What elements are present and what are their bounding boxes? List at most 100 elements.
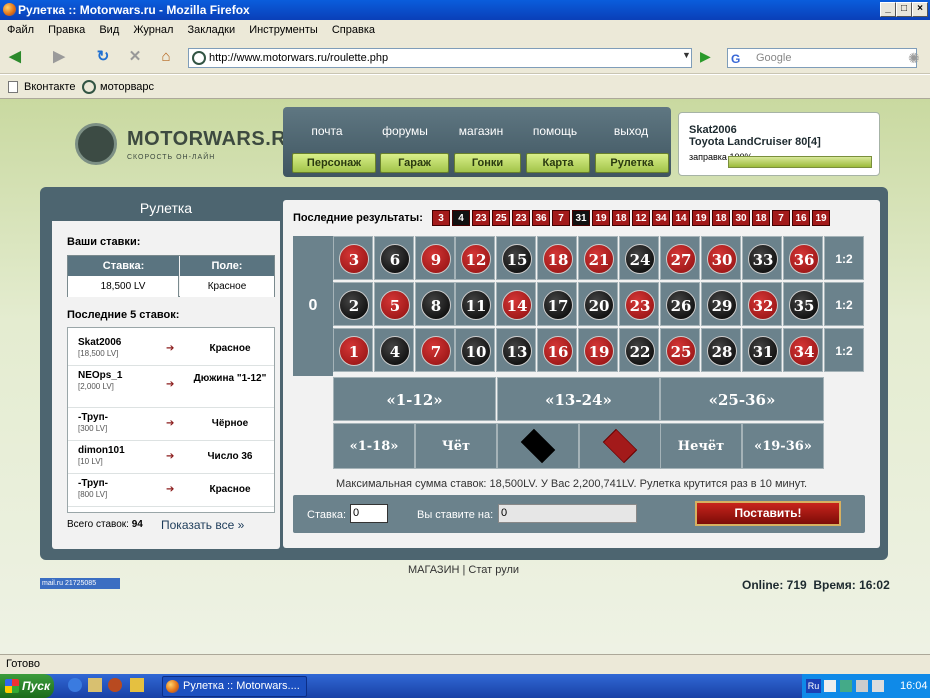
go-arrow-icon[interactable]: ▶ (700, 48, 711, 65)
volume-icon[interactable] (872, 680, 884, 692)
menu-view[interactable]: Вид (99, 24, 119, 36)
nav-races-button[interactable]: Гонки (454, 153, 521, 173)
search-input[interactable]: G Google (727, 48, 917, 68)
number-cell-1[interactable]: 1 (333, 328, 373, 372)
number-cell-15[interactable]: 15 (496, 236, 536, 280)
number-cell-24[interactable]: 24 (619, 236, 659, 280)
menu-help[interactable]: Справка (332, 24, 375, 36)
nav-map-button[interactable]: Карта (526, 153, 590, 173)
bookmark-vkontakte[interactable]: Вконтакте (24, 75, 75, 99)
dozen-1[interactable]: «1-12» (333, 377, 496, 421)
bet-odd[interactable]: Нечёт (660, 423, 742, 469)
username[interactable]: Skat2006 (689, 124, 879, 136)
stake-input[interactable]: 0 (350, 504, 388, 523)
dozen-3[interactable]: «25-36» (660, 377, 824, 421)
menu-edit[interactable]: Правка (48, 24, 85, 36)
number-cell-32[interactable]: 32 (742, 282, 782, 326)
site-logo[interactable]: MOTORWARS.RU СКОРОСТЬ ОН-ЛАЙН (75, 121, 301, 166)
number-cell-30[interactable]: 30 (701, 236, 741, 280)
close-button[interactable]: × (912, 2, 928, 17)
maximize-button[interactable]: □ (896, 2, 912, 17)
number-cell-34[interactable]: 34 (783, 328, 823, 372)
number-cell-36[interactable]: 36 (783, 236, 823, 280)
number-cell-11[interactable]: 11 (455, 282, 495, 326)
dozen-2[interactable]: «13-24» (497, 377, 660, 421)
number-cell-14[interactable]: 14 (496, 282, 536, 326)
number-cell-25[interactable]: 25 (660, 328, 700, 372)
tray-icon-1[interactable] (824, 680, 836, 692)
number-cell-16[interactable]: 16 (537, 328, 577, 372)
menu-tools[interactable]: Инструменты (249, 24, 318, 36)
desktop-icon[interactable] (88, 678, 102, 692)
last5-name[interactable]: NEOps_1 (78, 370, 122, 381)
number-cell-26[interactable]: 26 (660, 282, 700, 326)
number-cell-20[interactable]: 20 (578, 282, 618, 326)
bet-red[interactable] (579, 423, 661, 469)
url-input[interactable]: http://www.motorwars.ru/roulette.php (188, 48, 692, 68)
bet-even[interactable]: Чёт (415, 423, 497, 469)
footer-links[interactable]: МАГАЗИН | Стат рули (408, 564, 519, 576)
number-cell-17[interactable]: 17 (537, 282, 577, 326)
number-cell-23[interactable]: 23 (619, 282, 659, 326)
number-zero[interactable]: 0 (293, 236, 333, 376)
number-cell-21[interactable]: 21 (578, 236, 618, 280)
nav-mail[interactable]: почта (297, 124, 357, 138)
nav-character-button[interactable]: Персонаж (292, 153, 376, 173)
number-cell-29[interactable]: 29 (701, 282, 741, 326)
number-cell-6[interactable]: 6 (374, 236, 414, 280)
number-cell-3[interactable]: 3 (333, 236, 373, 280)
column-bet-1[interactable]: 1:2 (824, 328, 864, 372)
last5-name[interactable]: dimon101 (78, 445, 125, 456)
media-icon[interactable] (108, 678, 122, 692)
bet-black[interactable] (497, 423, 579, 469)
reload-icon[interactable]: ↻ (92, 46, 114, 68)
url-dropdown-icon[interactable]: ▼ (682, 50, 691, 60)
number-cell-22[interactable]: 22 (619, 328, 659, 372)
ie-icon[interactable] (68, 678, 82, 692)
place-bet-button[interactable]: Поставить! (695, 501, 841, 526)
number-cell-18[interactable]: 18 (537, 236, 577, 280)
forward-arrow-icon[interactable]: ▶ (48, 46, 70, 68)
nav-forums[interactable]: форумы (375, 124, 435, 138)
last5-name[interactable]: -Труп- (78, 478, 108, 489)
number-cell-5[interactable]: 5 (374, 282, 414, 326)
minimize-button[interactable]: _ (880, 2, 896, 17)
nav-exit[interactable]: выход (601, 124, 661, 138)
stop-icon[interactable]: ✕ (124, 46, 146, 68)
number-cell-28[interactable]: 28 (701, 328, 741, 372)
menu-bookmarks[interactable]: Закладки (188, 24, 236, 36)
menu-history[interactable]: Журнал (133, 24, 173, 36)
number-cell-8[interactable]: 8 (415, 282, 455, 326)
last5-name[interactable]: -Труп- (78, 412, 108, 423)
bet-19-36[interactable]: «19-36» (742, 423, 824, 469)
nav-help[interactable]: помощь (525, 124, 585, 138)
number-cell-4[interactable]: 4 (374, 328, 414, 372)
quicklaunch-icon[interactable] (130, 678, 144, 692)
number-cell-12[interactable]: 12 (455, 236, 495, 280)
number-cell-31[interactable]: 31 (742, 328, 782, 372)
last5-name[interactable]: Skat2006 (78, 337, 121, 348)
language-indicator[interactable]: Ru (806, 679, 821, 693)
tray-icon-3[interactable] (856, 680, 868, 692)
number-cell-9[interactable]: 9 (415, 236, 455, 280)
back-arrow-icon[interactable]: ◀ (4, 46, 26, 68)
taskbar-firefox-item[interactable]: Рулетка :: Motorwars.... (162, 676, 307, 697)
mailru-counter[interactable]: mail.ru 21725085 (40, 578, 120, 589)
number-cell-27[interactable]: 27 (660, 236, 700, 280)
number-cell-10[interactable]: 10 (455, 328, 495, 372)
bookmark-motorwars[interactable]: моторварс (100, 75, 154, 99)
show-all-link[interactable]: Показать все » (161, 518, 244, 532)
column-bet-3[interactable]: 1:2 (824, 236, 864, 280)
number-cell-35[interactable]: 35 (783, 282, 823, 326)
column-bet-2[interactable]: 1:2 (824, 282, 864, 326)
number-cell-33[interactable]: 33 (742, 236, 782, 280)
number-cell-13[interactable]: 13 (496, 328, 536, 372)
tray-icon-2[interactable] (840, 680, 852, 692)
number-cell-2[interactable]: 2 (333, 282, 373, 326)
bet-1-18[interactable]: «1-18» (333, 423, 415, 469)
nav-shop[interactable]: магазин (451, 124, 511, 138)
start-button[interactable]: Пуск (0, 674, 54, 698)
nav-roulette-button[interactable]: Рулетка (595, 153, 669, 173)
nav-garage-button[interactable]: Гараж (380, 153, 449, 173)
number-cell-7[interactable]: 7 (415, 328, 455, 372)
